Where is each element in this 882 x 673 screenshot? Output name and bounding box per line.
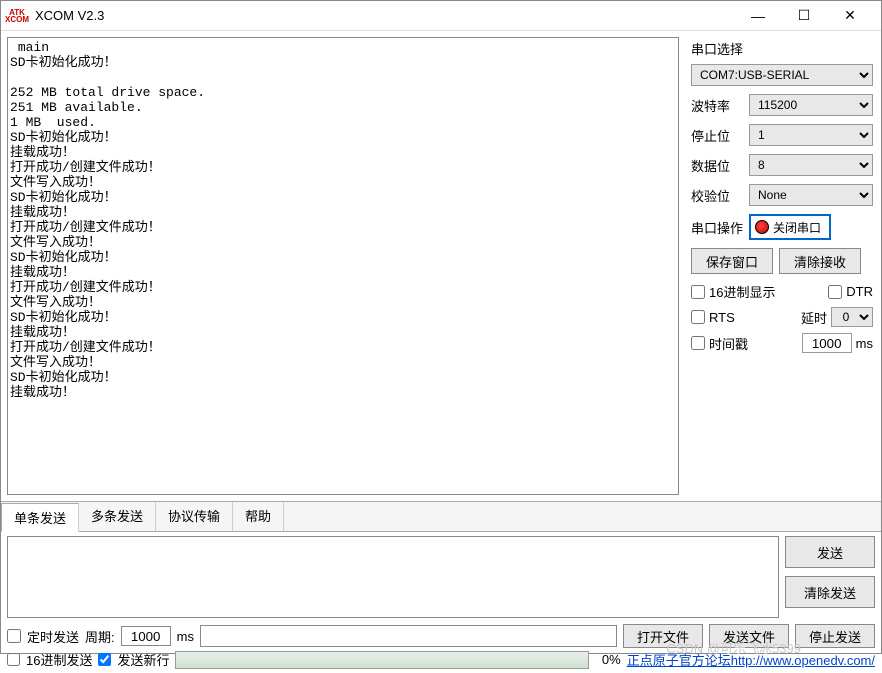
tabs: 单条发送 多条发送 协议传输 帮助: [1, 501, 881, 532]
sidebar: 串口选择 COM7:USB-SERIAL 波特率 115200 停止位 1 数据…: [683, 31, 881, 501]
timestamp-checkbox[interactable]: [691, 336, 705, 350]
minimize-button[interactable]: —: [735, 1, 781, 31]
timestamp-input[interactable]: [802, 333, 852, 353]
window-controls: — ☐ ✕: [735, 1, 873, 31]
clear-receive-button[interactable]: 清除接收: [779, 248, 861, 274]
titlebar: ATK XCOM XCOM V2.3 — ☐ ✕: [1, 1, 881, 31]
port-status-icon: [755, 220, 769, 234]
window-title: XCOM V2.3: [35, 8, 735, 23]
clear-send-button[interactable]: 清除发送: [785, 576, 875, 608]
delay-label: 延时: [801, 308, 827, 327]
stop-label: 停止位: [691, 126, 743, 145]
timestamp-label: 时间戳: [709, 334, 748, 353]
stop-send-button[interactable]: 停止发送: [795, 624, 875, 648]
period-input[interactable]: [121, 626, 171, 646]
progress-bar: [175, 651, 588, 669]
send-button[interactable]: 发送: [785, 536, 875, 568]
hex-send-label: 16进制发送: [26, 650, 92, 669]
send-newline-checkbox[interactable]: [98, 653, 111, 666]
baud-label: 波特率: [691, 96, 743, 115]
progress-percent: 0%: [595, 652, 621, 667]
hex-display-label: 16进制显示: [709, 282, 775, 301]
ms-label: ms: [856, 336, 873, 351]
dtr-label: DTR: [846, 284, 873, 299]
stopbits-select[interactable]: 1: [749, 124, 873, 146]
file-path-input[interactable]: [200, 625, 617, 647]
hex-send-checkbox[interactable]: [7, 653, 20, 666]
baud-select[interactable]: 115200: [749, 94, 873, 116]
period-label: 周期:: [85, 627, 115, 646]
parity-select[interactable]: None: [749, 184, 873, 206]
tab-help[interactable]: 帮助: [233, 502, 284, 531]
close-port-button[interactable]: 关闭串口: [749, 214, 831, 240]
period-ms: ms: [177, 629, 194, 644]
send-textarea[interactable]: [7, 536, 779, 618]
dtr-checkbox[interactable]: [828, 285, 842, 299]
parity-label: 校验位: [691, 186, 743, 205]
maximize-button[interactable]: ☐: [781, 1, 827, 31]
app-logo: ATK XCOM: [5, 9, 29, 23]
data-label: 数据位: [691, 156, 743, 175]
port-select[interactable]: COM7:USB-SERIAL: [691, 64, 873, 86]
close-button[interactable]: ✕: [827, 1, 873, 31]
hex-display-checkbox[interactable]: [691, 285, 705, 299]
port-op-label: 串口操作: [691, 218, 743, 237]
tab-multi-send[interactable]: 多条发送: [79, 502, 156, 531]
timed-send-checkbox[interactable]: [7, 629, 21, 643]
send-newline-label: 发送新行: [117, 650, 169, 669]
rts-checkbox[interactable]: [691, 310, 705, 324]
save-window-button[interactable]: 保存窗口: [691, 248, 773, 274]
watermark: CSDN @可乐飞冰5399: [666, 638, 801, 657]
timed-send-label: 定时发送: [27, 627, 79, 646]
receive-textarea[interactable]: main SD卡初始化成功！ 252 MB total drive space.…: [7, 37, 679, 495]
tab-single-send[interactable]: 单条发送: [1, 503, 79, 532]
tab-protocol[interactable]: 协议传输: [156, 502, 233, 531]
databits-select[interactable]: 8: [749, 154, 873, 176]
rts-label: RTS: [709, 310, 735, 325]
port-select-title: 串口选择: [691, 39, 873, 58]
delay-select[interactable]: 0: [831, 307, 873, 327]
receive-area: main SD卡初始化成功！ 252 MB total drive space.…: [1, 31, 683, 501]
